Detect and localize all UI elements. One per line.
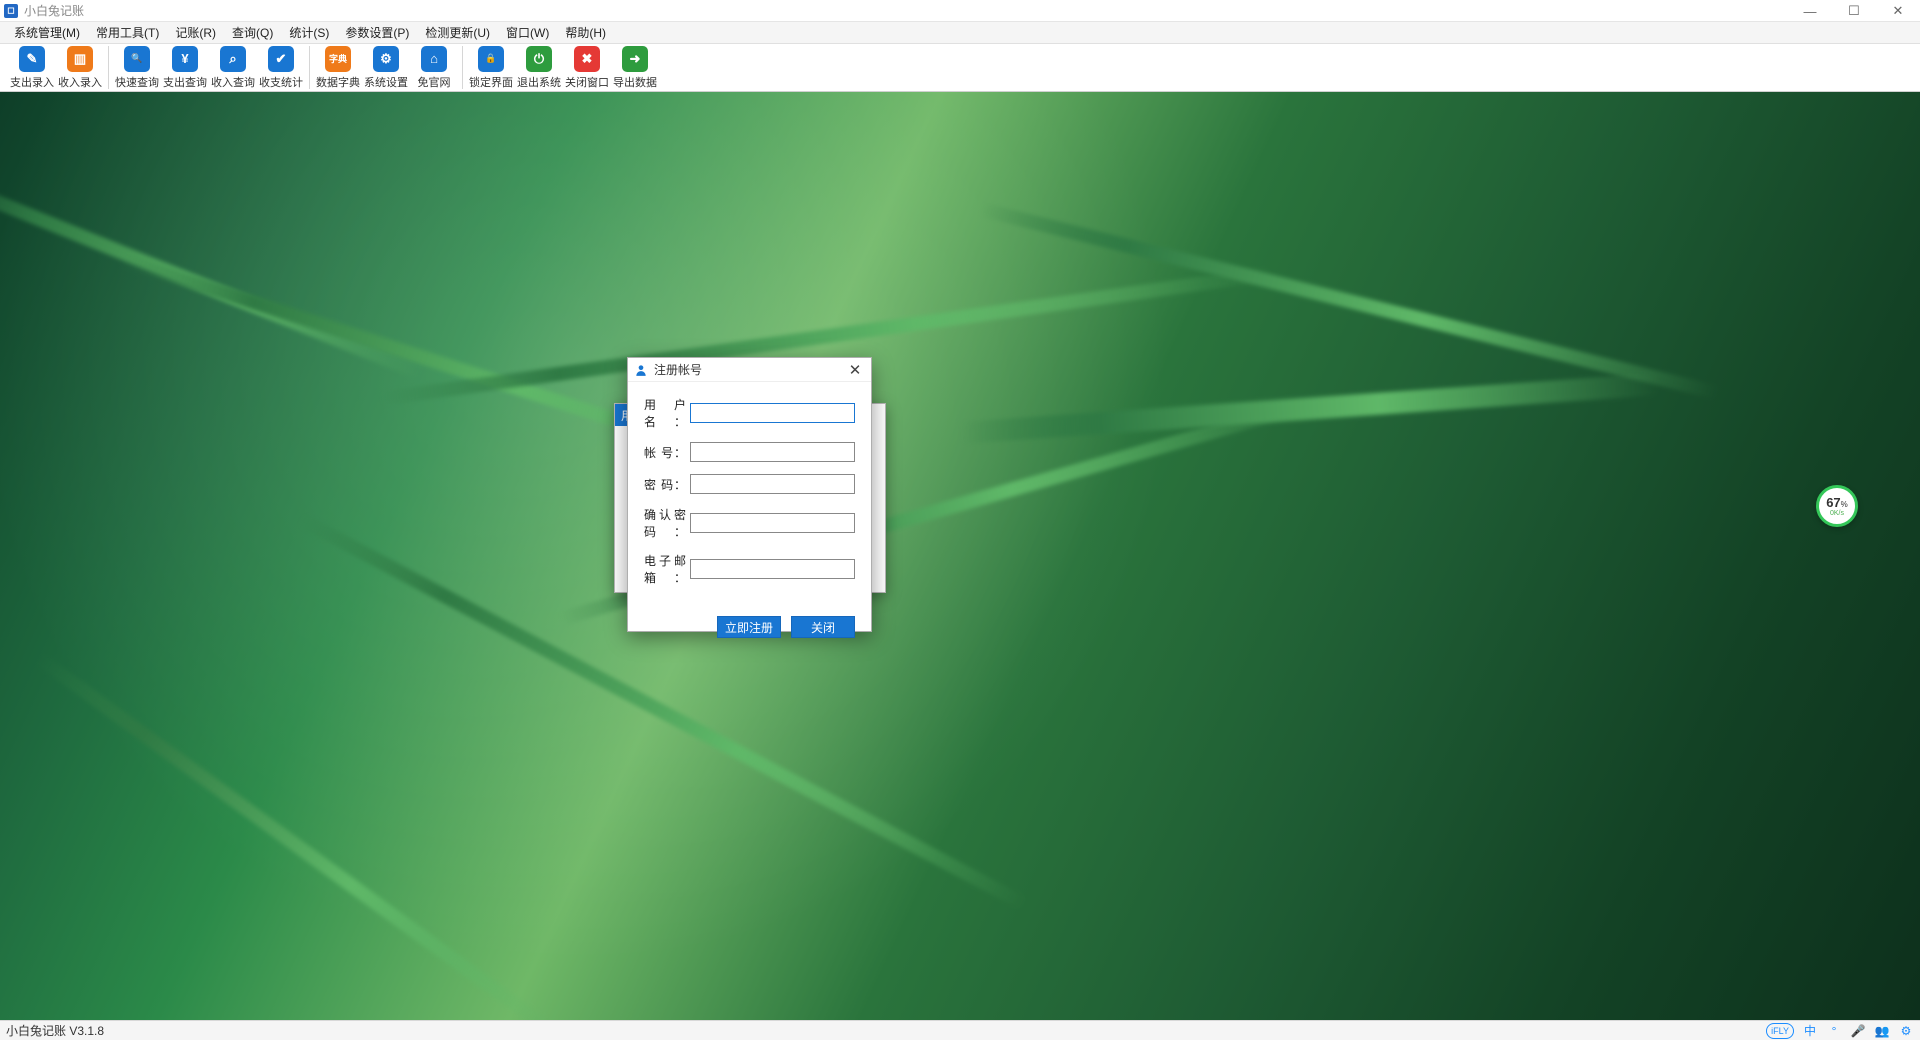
menu-item-0[interactable]: 系统管理(M) <box>6 22 88 43</box>
exit-system-button[interactable]: ⏻ 退出系统 <box>515 46 563 90</box>
official-site-label: 免官网 <box>418 74 451 90</box>
titlebar: ◻ 小白兔记账 — ☐ ✕ <box>0 0 1920 22</box>
ime-punctuation-icon[interactable]: ° <box>1826 1023 1842 1039</box>
search-icon: 🔍 <box>124 46 150 72</box>
person-icon <box>634 363 648 377</box>
close-button[interactable]: 关闭 <box>791 616 855 638</box>
quick-query-button[interactable]: 🔍 快速查询 <box>113 46 161 90</box>
system-settings-button[interactable]: ⚙ 系统设置 <box>362 46 410 90</box>
toolbar-group-2: 字典数据字典 ⚙ 系统设置 ⌂ 免官网 <box>310 46 463 89</box>
expense-query-button[interactable]: ¥ 支出查询 <box>161 46 209 90</box>
close-window-button[interactable]: ✖ 关闭窗口 <box>563 46 611 90</box>
expense-entry-button[interactable]: ✎ 支出录入 <box>8 46 56 90</box>
network-speed: 0K/s <box>1830 510 1844 517</box>
confirm-password-label: 确认密码 <box>644 506 686 540</box>
check-icon: ✔ <box>268 46 294 72</box>
menu-item-8[interactable]: 帮助(H) <box>557 22 614 43</box>
password-input[interactable] <box>690 474 855 494</box>
income-expense-stats-label: 收支统计 <box>259 74 303 90</box>
app-title: 小白兔记账 <box>24 2 84 19</box>
income-query-button[interactable]: ⌕ 收入查询 <box>209 46 257 90</box>
official-site-button[interactable]: ⌂ 免官网 <box>410 46 458 90</box>
app-icon: ◻ <box>4 4 18 18</box>
statusbar: 小白兔记账 V3.1.8 iFLY 中 ° 🎤 👥 ⚙ <box>0 1020 1920 1040</box>
email-label: 电子邮箱 <box>644 552 686 586</box>
data-dictionary-button[interactable]: 字典数据字典 <box>314 46 362 90</box>
expense-query-label: 支出查询 <box>163 74 207 90</box>
menu-item-1[interactable]: 常用工具(T) <box>88 22 167 43</box>
dictionary-icon: 字典 <box>325 46 351 72</box>
window-maximize-button[interactable]: ☐ <box>1832 0 1876 22</box>
account-input[interactable] <box>690 442 855 462</box>
exit-system-label: 退出系统 <box>517 74 561 90</box>
workspace-background: 用 注册帐号 ✕ 用 户 名 帐 号 密 码 <box>0 92 1920 1020</box>
income-entry-label: 收入录入 <box>58 74 102 90</box>
toolbar-group-0: ✎ 支出录入 ▥ 收入录入 <box>4 46 109 89</box>
system-settings-label: 系统设置 <box>364 74 408 90</box>
lock-icon: 🔒 <box>478 46 504 72</box>
window-close-button[interactable]: ✕ <box>1876 0 1920 22</box>
income-query-label: 收入查询 <box>211 74 255 90</box>
income-entry-button[interactable]: ▥ 收入录入 <box>56 46 104 90</box>
list-search-icon: ⌕ <box>220 46 246 72</box>
export-data-button[interactable]: ➜ 导出数据 <box>611 46 659 90</box>
register-button[interactable]: 立即注册 <box>717 616 781 638</box>
network-percent: 67 <box>1826 495 1840 510</box>
close-window-label: 关闭窗口 <box>565 74 609 90</box>
network-speed-widget[interactable]: 67% 0K/s <box>1816 485 1858 527</box>
menu-item-4[interactable]: 统计(S) <box>281 22 337 43</box>
ime-people-icon[interactable]: 👥 <box>1874 1023 1890 1039</box>
ime-settings-icon[interactable]: ⚙ <box>1898 1023 1914 1039</box>
edit-icon: ✎ <box>19 46 45 72</box>
ime-mic-icon[interactable]: 🎤 <box>1850 1023 1866 1039</box>
home-icon: ⌂ <box>421 46 447 72</box>
menu-item-5[interactable]: 参数设置(P) <box>337 22 417 43</box>
ime-badge[interactable]: iFLY <box>1766 1023 1794 1039</box>
register-dialog-titlebar[interactable]: 注册帐号 ✕ <box>628 358 871 382</box>
export-icon: ➜ <box>622 46 648 72</box>
ime-language[interactable]: 中 <box>1802 1023 1818 1039</box>
lock-screen-label: 锁定界面 <box>469 74 513 90</box>
power-icon: ⏻ <box>526 46 552 72</box>
register-dialog-close-icon[interactable]: ✕ <box>845 361 865 379</box>
yuan-search-icon: ¥ <box>172 46 198 72</box>
income-expense-stats-button[interactable]: ✔ 收支统计 <box>257 46 305 90</box>
network-percent-unit: % <box>1841 500 1848 509</box>
username-label: 用 户 名 <box>644 396 686 430</box>
menu-item-2[interactable]: 记账(R) <box>167 22 224 43</box>
statusbar-version: 小白兔记账 V3.1.8 <box>6 1022 104 1039</box>
username-input[interactable] <box>690 403 855 423</box>
gear-icon: ⚙ <box>373 46 399 72</box>
data-dictionary-label: 数据字典 <box>316 74 360 90</box>
email-input[interactable] <box>690 559 855 579</box>
export-data-label: 导出数据 <box>613 74 657 90</box>
toolbar-group-1: 🔍 快速查询 ¥ 支出查询 ⌕ 收入查询 ✔ 收支统计 <box>109 46 310 89</box>
register-dialog-title: 注册帐号 <box>654 361 702 378</box>
menu-item-3[interactable]: 查询(Q) <box>224 22 281 43</box>
register-dialog: 注册帐号 ✕ 用 户 名 帐 号 密 码 确认密码 电子邮箱 <box>627 357 872 632</box>
toolbar: ✎支出录入▥收入录入🔍快速查询¥支出查询⌕收入查询✔收支统计字典数据字典⚙系统设… <box>0 44 1920 92</box>
menu-item-6[interactable]: 检测更新(U) <box>417 22 498 43</box>
password-label: 密 码 <box>644 476 686 493</box>
account-label: 帐 号 <box>644 444 686 461</box>
window-minimize-button[interactable]: — <box>1788 0 1832 22</box>
toolbar-group-3: 🔒 锁定界面 ⏻ 退出系统 ✖ 关闭窗口 ➜ 导出数据 <box>463 46 663 89</box>
close-icon: ✖ <box>574 46 600 72</box>
folder-icon: ▥ <box>67 46 93 72</box>
quick-query-label: 快速查询 <box>115 74 159 90</box>
expense-entry-label: 支出录入 <box>10 74 54 90</box>
menu-item-7[interactable]: 窗口(W) <box>498 22 557 43</box>
confirm-password-input[interactable] <box>690 513 855 533</box>
lock-screen-button[interactable]: 🔒 锁定界面 <box>467 46 515 90</box>
menubar: 系统管理(M)常用工具(T)记账(R)查询(Q)统计(S)参数设置(P)检测更新… <box>0 22 1920 44</box>
